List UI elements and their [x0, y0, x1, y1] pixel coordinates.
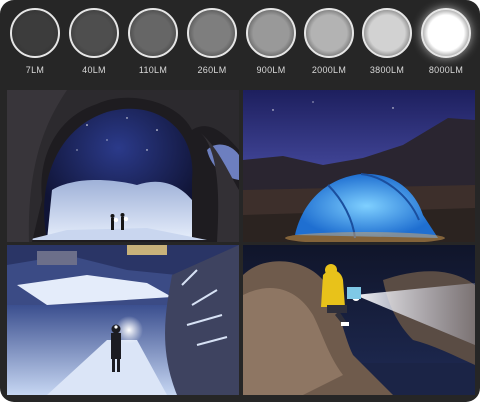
brightness-level-260lm: 260LM — [183, 8, 241, 84]
brightness-level-900lm: 900LM — [242, 8, 300, 84]
brightness-circle — [304, 8, 354, 58]
lumen-label: 8000LM — [428, 65, 464, 75]
snow-road-photo — [7, 245, 239, 395]
brightness-circle — [187, 8, 237, 58]
cave-photo — [7, 90, 239, 242]
brightness-circle — [69, 8, 119, 58]
rock-flashlight-photo — [243, 245, 475, 395]
brightness-level-8000lm: 8000LM — [417, 8, 475, 84]
brightness-circle — [246, 8, 296, 58]
tent-photo — [243, 90, 475, 242]
brightness-strip: 7LM 40LM 110LM 260LM 900LM 2000LM 3800LM — [0, 0, 480, 88]
brightness-circle — [10, 8, 60, 58]
brightness-level-3800lm: 3800LM — [358, 8, 416, 84]
brightness-level-40lm: 40LM — [65, 8, 123, 84]
product-image-frame: 7LM 40LM 110LM 260LM 900LM 2000LM 3800LM — [0, 0, 480, 402]
brightness-circle — [128, 8, 178, 58]
brightness-level-110lm: 110LM — [124, 8, 182, 84]
brightness-circle — [421, 8, 471, 58]
brightness-circle — [362, 8, 412, 58]
brightness-level-2000lm: 2000LM — [300, 8, 358, 84]
brightness-level-7lm: 7LM — [6, 8, 64, 84]
